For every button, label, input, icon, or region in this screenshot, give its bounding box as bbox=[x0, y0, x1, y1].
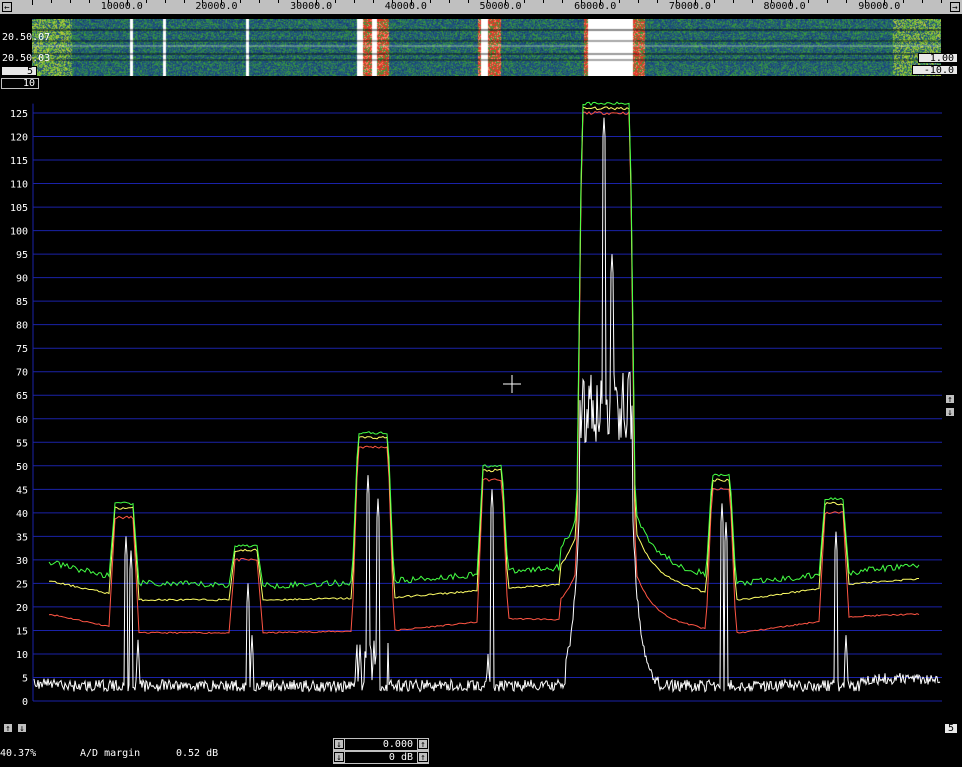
offset-value-field[interactable]: 0.000 bbox=[345, 739, 417, 750]
ad-margin-label: A/D margin bbox=[80, 748, 141, 759]
y-axis-label: 120 bbox=[10, 133, 28, 144]
ruler-tick bbox=[732, 0, 734, 3]
db-up-arrow-icon[interactable]: ↑ bbox=[418, 752, 428, 763]
y-axis-label: 115 bbox=[10, 156, 28, 167]
y-axis-label: 80 bbox=[16, 321, 28, 332]
offset-up-arrow-icon[interactable]: ↑ bbox=[418, 739, 428, 750]
ruler-tick bbox=[164, 0, 166, 3]
ruler-tick bbox=[448, 0, 450, 3]
scroll-down-arrow-icon[interactable]: ↓ bbox=[945, 407, 955, 418]
waterfall-time-bottom: 20.50.03 bbox=[2, 53, 51, 64]
ruler-label: 10000.0 bbox=[100, 1, 143, 12]
ruler-tick bbox=[69, 0, 71, 3]
ruler-tick bbox=[372, 0, 374, 3]
waterfall-left-box[interactable]: 5 bbox=[1, 66, 37, 77]
offset-control: ↓ 0.000 ↑ ↓ 0 dB ↑ bbox=[333, 738, 429, 764]
ad-margin-value: 0.52 dB bbox=[176, 748, 219, 759]
waterfall-time-top: 20.50.07 bbox=[2, 32, 51, 43]
offset-down-arrow-icon[interactable]: ↓ bbox=[334, 739, 344, 750]
y-axis-label: 105 bbox=[10, 203, 28, 214]
ruler-tick bbox=[922, 0, 924, 3]
ruler-tick bbox=[145, 0, 147, 3]
y-axis-label: 100 bbox=[10, 227, 28, 238]
y-axis-label: 10 bbox=[16, 650, 28, 661]
ruler-tick bbox=[88, 0, 90, 3]
ruler-left-arrow-icon[interactable]: ← bbox=[2, 2, 12, 13]
ruler-tick bbox=[353, 0, 355, 3]
ruler-tick bbox=[562, 0, 564, 3]
y-axis-label: 125 bbox=[10, 109, 28, 120]
ruler-tick bbox=[467, 0, 469, 3]
bottom-left-up-arrow-icon[interactable]: ↑ bbox=[3, 723, 13, 734]
ruler-label: 50000.0 bbox=[479, 1, 522, 12]
spectrum-graph[interactable]: 0 5 10 15 20 25 30 35 40 45 50 55 60 65 70 75 80 85 90 95 10… bbox=[0, 92, 962, 737]
y-axis-label: 15 bbox=[16, 626, 28, 637]
ruler-tick bbox=[543, 0, 545, 3]
ruler-label: 80000.0 bbox=[763, 1, 806, 12]
ruler-tick bbox=[827, 0, 829, 3]
y-axis-label: 55 bbox=[16, 438, 28, 449]
y-axis-label: 70 bbox=[16, 368, 28, 379]
y-axis-label: 5 bbox=[22, 673, 28, 684]
y-axis-label: 25 bbox=[16, 579, 28, 590]
y-axis-label: 65 bbox=[16, 391, 28, 402]
ruler-tick bbox=[808, 0, 810, 3]
y-axis-label: 90 bbox=[16, 274, 28, 285]
crosshair-cursor bbox=[503, 375, 521, 393]
ruler-label: 40000.0 bbox=[384, 1, 427, 12]
y-axis-label: 95 bbox=[16, 250, 28, 261]
y-axis-label: 85 bbox=[16, 297, 28, 308]
ruler-tick bbox=[183, 0, 185, 3]
y-axis-label: 60 bbox=[16, 415, 28, 426]
ruler-tick bbox=[846, 0, 848, 3]
ruler-tick bbox=[713, 0, 715, 3]
ruler-tick bbox=[903, 0, 905, 3]
ruler-tick bbox=[638, 0, 639, 3]
ruler-tick bbox=[524, 0, 526, 3]
ruler-tick bbox=[32, 0, 33, 5]
waterfall-gain-box[interactable]: 1.00 bbox=[918, 53, 958, 64]
ruler-label: 60000.0 bbox=[574, 1, 617, 12]
y-axis-label: 75 bbox=[16, 344, 28, 355]
ruler-tick bbox=[240, 0, 242, 3]
cpu-load-percent: 40.37% bbox=[0, 748, 37, 759]
db-value-field[interactable]: 0 dB bbox=[345, 752, 417, 763]
ruler-label: 90000.0 bbox=[858, 1, 901, 12]
ruler-tick bbox=[619, 0, 621, 3]
yellow-trace bbox=[48, 106, 919, 602]
y-axis-label: 30 bbox=[16, 556, 28, 567]
ruler-label: 30000.0 bbox=[290, 1, 333, 12]
green-trace bbox=[48, 101, 920, 590]
y-axis-label: 0 bbox=[22, 697, 28, 708]
average-count-box[interactable]: 10 bbox=[1, 78, 39, 89]
frequency-ruler[interactable]: ← 10000.0 20000.0 30000.0 40000.0 50000.0 600… bbox=[0, 0, 962, 14]
y-axis-label: 20 bbox=[16, 603, 28, 614]
y-axis-label: 50 bbox=[16, 462, 28, 473]
white-trace bbox=[33, 117, 941, 694]
ruler-tick bbox=[335, 0, 336, 3]
ruler-tick bbox=[50, 0, 52, 3]
ruler-label: 70000.0 bbox=[668, 1, 711, 12]
red-trace bbox=[48, 110, 920, 635]
db-down-arrow-icon[interactable]: ↓ bbox=[334, 752, 344, 763]
ruler-tick bbox=[429, 0, 431, 3]
ruler-tick bbox=[259, 0, 261, 3]
ruler-label: 20000.0 bbox=[195, 1, 238, 12]
ruler-tick bbox=[751, 0, 753, 3]
ruler-right-arrow-icon[interactable]: → bbox=[950, 2, 960, 13]
bottom-right-box[interactable]: 5 bbox=[944, 723, 958, 734]
y-axis-label: 40 bbox=[16, 509, 28, 520]
y-axis-label: 110 bbox=[10, 180, 28, 191]
scroll-up-arrow-icon[interactable]: ↑ bbox=[945, 394, 955, 405]
y-axis-label: 35 bbox=[16, 532, 28, 543]
waterfall-offset-box[interactable]: -10.0 bbox=[912, 65, 958, 76]
ruler-tick bbox=[656, 0, 658, 3]
bottom-left-down-arrow-icon[interactable]: ↓ bbox=[17, 723, 27, 734]
y-axis-label: 45 bbox=[16, 485, 28, 496]
ruler-tick bbox=[941, 0, 942, 3]
waterfall-display[interactable] bbox=[32, 19, 941, 76]
ruler-tick bbox=[278, 0, 280, 3]
